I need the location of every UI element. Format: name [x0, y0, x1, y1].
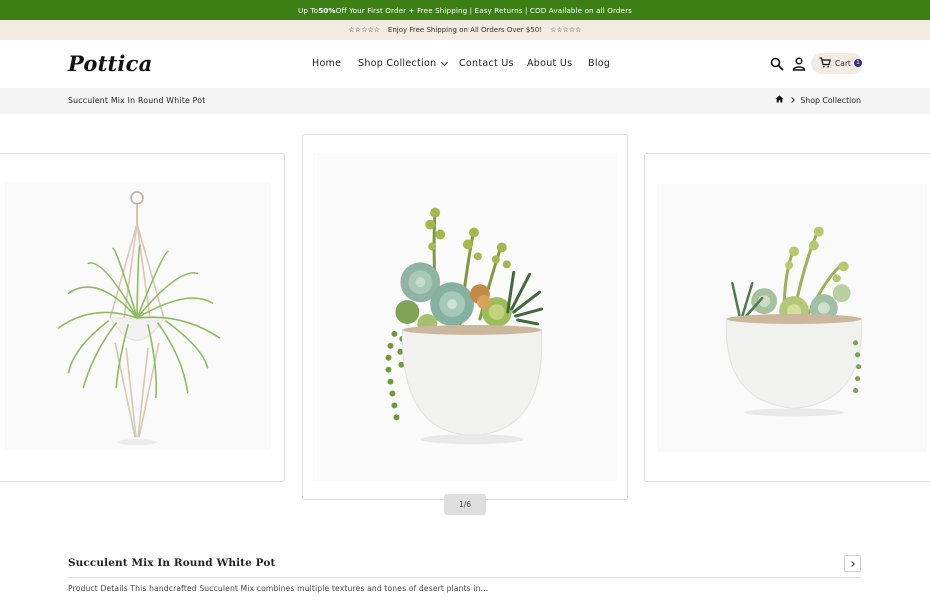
- cart-button[interactable]: Cart 1: [811, 53, 863, 74]
- breadcrumb-page-title: Succulent Mix In Round White Pot: [68, 96, 206, 105]
- gallery-slide-prev[interactable]: [0, 153, 285, 482]
- succulent-round-pot-image: [312, 153, 618, 481]
- breadcrumb-trail: Shop Collection: [775, 95, 861, 105]
- chevron-right-icon: [848, 560, 855, 567]
- nav-shop-collection[interactable]: Shop Collection: [358, 58, 449, 69]
- user-icon[interactable]: [791, 56, 807, 72]
- product-expand-button[interactable]: [844, 555, 861, 572]
- gallery-pager: 1/6: [444, 494, 486, 515]
- logo[interactable]: Pottica: [68, 51, 152, 76]
- cart-icon: [819, 57, 831, 70]
- nav-home[interactable]: Home: [312, 58, 341, 69]
- nav-shop-label: Shop Collection: [358, 58, 437, 69]
- stars-left: ☆☆☆☆☆: [348, 26, 380, 34]
- promo-text-after: Off Your First Order + Free Shipping | E…: [335, 5, 632, 15]
- nav-about[interactable]: About Us: [527, 58, 572, 69]
- nav-contact[interactable]: Contact Us: [459, 58, 514, 69]
- gallery-slide-next[interactable]: [644, 153, 930, 482]
- cart-count-badge: 1: [854, 59, 862, 67]
- shipping-text: Enjoy Free Shipping on All Orders Over $…: [387, 26, 543, 34]
- chevron-right-icon: [789, 97, 796, 103]
- promo-bar: Up To 50% Off Your First Order + Free Sh…: [0, 0, 930, 20]
- divider: [68, 577, 861, 578]
- gallery-slide-current[interactable]: [302, 134, 628, 500]
- site-header: Pottica Home Shop Collection Contact Us …: [0, 40, 930, 88]
- succulent-pot-alt-image: [656, 183, 928, 453]
- stars-right: ☆☆☆☆☆: [550, 26, 582, 34]
- breadcrumb-current[interactable]: Shop Collection: [800, 96, 861, 105]
- search-icon[interactable]: [769, 56, 785, 72]
- hanging-planter-image: [4, 181, 272, 451]
- promo-text-before: Up To: [298, 5, 319, 15]
- product-title: Succulent Mix In Round White Pot: [68, 557, 276, 569]
- home-icon[interactable]: [775, 95, 784, 105]
- nav-blog[interactable]: Blog: [588, 58, 610, 69]
- chevron-down-icon: [441, 58, 449, 66]
- product-description: Product Details This handcrafted Succule…: [68, 584, 489, 593]
- promo-highlight: 50%: [318, 5, 336, 15]
- breadcrumb: Succulent Mix In Round White Pot Shop Co…: [0, 88, 930, 114]
- shipping-bar: ☆☆☆☆☆ Enjoy Free Shipping on All Orders …: [0, 20, 930, 40]
- cart-label: Cart: [835, 59, 851, 68]
